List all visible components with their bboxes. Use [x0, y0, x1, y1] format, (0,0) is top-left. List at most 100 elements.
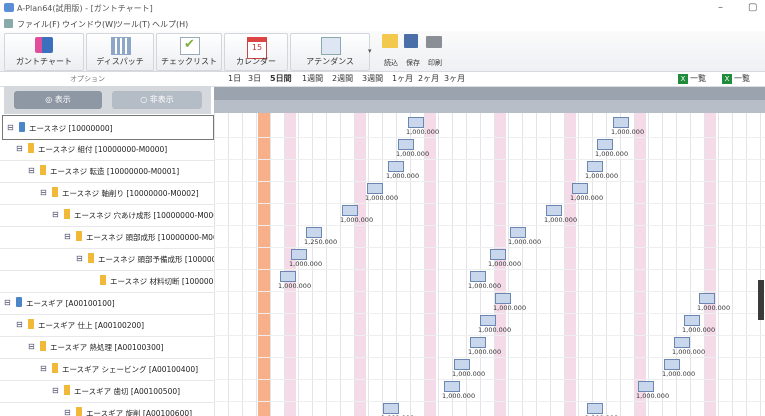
restore-button[interactable]: ▢: [748, 2, 757, 13]
excel-icon: X: [678, 74, 688, 84]
menu-tools[interactable]: ツール(T): [115, 19, 150, 30]
menu-help[interactable]: ヘルプ(H): [152, 19, 188, 30]
zoom-level-6[interactable]: 1ヶ月: [392, 73, 413, 84]
tree-row[interactable]: ⊟ エースギア 旋削 [A00100600]: [0, 401, 214, 416]
task-box-icon: [470, 271, 486, 282]
zoom-level-3[interactable]: 1週間: [302, 73, 323, 84]
tree-row[interactable]: エースネジ 材料切断 [10000000-M: [0, 269, 214, 293]
save-button[interactable]: 保存: [404, 34, 422, 67]
zoom-level-8[interactable]: 3ヶ月: [444, 73, 465, 84]
tree-row-label: エースネジ 頭部成形 [10000000-M0004: [86, 233, 214, 242]
tree-row[interactable]: ⊟ エースギア [A00100100]: [0, 291, 214, 315]
grid-hline: [214, 335, 765, 336]
tree-row-label: エースネジ [10000000]: [29, 124, 113, 133]
task-box-icon: [684, 315, 700, 326]
excel-export-button-1[interactable]: X 一覧: [678, 73, 706, 84]
gantt-chart-button[interactable]: ガントチャート: [4, 33, 84, 71]
expand-collapse-icon[interactable]: ⊟: [52, 386, 59, 395]
vertical-scrollbar[interactable]: [758, 280, 764, 320]
attendance-icon: [321, 37, 341, 55]
tree-row[interactable]: ⊟ エースネジ 転造 [10000000-M0001]: [0, 159, 214, 183]
excel-export-label-1: 一覧: [690, 74, 706, 83]
tree-row-label: エースギア [A00100100]: [26, 299, 115, 308]
task-quantity-label: 1,000.000: [611, 128, 645, 136]
process-icon: [40, 165, 46, 175]
zoom-level-7[interactable]: 2ヶ月: [418, 73, 439, 84]
task-box-icon: [342, 205, 358, 216]
toggle-hide-button[interactable]: ○ 非表示: [112, 91, 202, 109]
task-quantity-label: 1,000.000: [672, 348, 706, 356]
tree-row-label: エースギア 旋削 [A00100600]: [86, 409, 193, 416]
expand-collapse-icon[interactable]: ⊟: [16, 144, 23, 153]
tree-row[interactable]: ⊟ エースギア シェービング [A00100400]: [0, 357, 214, 381]
save-icon: [404, 34, 418, 48]
expand-collapse-icon[interactable]: ⊟: [64, 232, 71, 241]
task-box-icon: [388, 161, 404, 172]
gantt-grid[interactable]: 1,000.000 1,000.000 1,000.000 1,000.000 1,00…: [214, 113, 765, 416]
timeline-header-row-1: [214, 87, 765, 100]
zoom-level-1[interactable]: 3日: [248, 73, 261, 84]
process-icon: [40, 341, 46, 351]
toggle-show-button[interactable]: ◎ 表示: [14, 91, 102, 109]
checklist-icon: [180, 37, 200, 55]
zoom-level-2[interactable]: 5日間: [270, 73, 292, 84]
process-icon: [88, 253, 94, 263]
tree-row[interactable]: ⊟ エースネジ 組付 [10000000-M0000]: [0, 137, 214, 161]
task-quantity-label: 1,000.000: [365, 194, 399, 202]
dispatch-label: ディスパッチ: [96, 57, 144, 66]
task-quantity-label: 1,000.000: [493, 304, 527, 312]
task-quantity-label: 1,000.000: [396, 150, 430, 158]
task-box-icon: [291, 249, 307, 260]
task-box-icon: [280, 271, 296, 282]
expand-collapse-icon[interactable]: ⊟: [76, 254, 83, 263]
print-icon: [426, 36, 442, 48]
print-button[interactable]: 印刷: [426, 34, 444, 67]
load-button[interactable]: 読込: [382, 34, 400, 67]
expand-collapse-icon[interactable]: ⊟: [28, 342, 35, 351]
task-box-icon: [664, 359, 680, 370]
tree-row[interactable]: ⊟ エースネジ 頭部予備成形 [10000000: [0, 247, 214, 271]
checklist-button[interactable]: チェックリスト: [156, 33, 222, 71]
expand-collapse-icon[interactable]: ⊟: [4, 298, 11, 307]
zoom-level-4[interactable]: 2週間: [332, 73, 353, 84]
excel-export-button-2[interactable]: X 一覧: [722, 73, 750, 84]
tree-row[interactable]: ⊟ エースギア 歯切 [A00100500]: [0, 379, 214, 403]
task-quantity-label: 1,000.000: [340, 216, 374, 224]
expand-collapse-icon[interactable]: ⊟: [40, 188, 47, 197]
expand-collapse-icon[interactable]: ⊟: [40, 364, 47, 373]
expand-collapse-icon[interactable]: ⊟: [28, 166, 35, 175]
attendance-button[interactable]: アテンダンス: [290, 33, 370, 71]
dispatch-button[interactable]: ディスパッチ: [86, 33, 154, 71]
tree-row[interactable]: ⊟ エースギア 仕上 [A00100200]: [0, 313, 214, 337]
task-box-icon: [480, 315, 496, 326]
tree-row[interactable]: ⊟ エースネジ 頭部成形 [10000000-M0004: [0, 225, 214, 249]
task-box-icon: [587, 161, 603, 172]
process-icon: [76, 231, 82, 241]
expand-collapse-icon[interactable]: ⊟: [7, 123, 14, 132]
task-box-icon: [638, 381, 654, 392]
minimize-button[interactable]: –: [718, 2, 723, 13]
window-title: A-Plan64(試用版) - [ガントチャート]: [17, 4, 153, 13]
tree-row-label: エースネジ 軸削り [10000000-M0002]: [62, 189, 199, 198]
expand-collapse-icon[interactable]: ⊟: [16, 320, 23, 329]
zoom-level-0[interactable]: 1日: [228, 73, 241, 84]
task-quantity-label: 1,000.000: [278, 282, 312, 290]
grid-hline: [214, 181, 765, 182]
tree-row[interactable]: ⊟ エースネジ 軸削り [10000000-M0002]: [0, 181, 214, 205]
menu-file[interactable]: ファイル(F): [17, 19, 60, 30]
task-quantity-label: 1,250.000: [304, 238, 338, 246]
tree-row[interactable]: ⊟ エースネジ 穴あけ成形 [10000000-M0003: [0, 203, 214, 227]
task-quantity-label: 1,000.000: [442, 392, 476, 400]
task-quantity-label: 1,000.000: [595, 150, 629, 158]
tree-row[interactable]: ⊟ エースギア 熱処理 [A00100300]: [0, 335, 214, 359]
calendar-button[interactable]: 15 カレンダー: [224, 33, 288, 71]
grid-hline: [214, 225, 765, 226]
expand-collapse-icon[interactable]: ⊟: [64, 408, 71, 416]
task-box-icon: [546, 205, 562, 216]
menu-window[interactable]: ウインドウ(W): [62, 19, 116, 30]
task-box-icon: [674, 337, 690, 348]
expand-collapse-icon[interactable]: ⊟: [52, 210, 59, 219]
zoom-level-5[interactable]: 3週間: [362, 73, 383, 84]
task-quantity-label: 1,000.000: [478, 326, 512, 334]
attendance-dropdown-icon[interactable]: ▾: [368, 47, 372, 55]
